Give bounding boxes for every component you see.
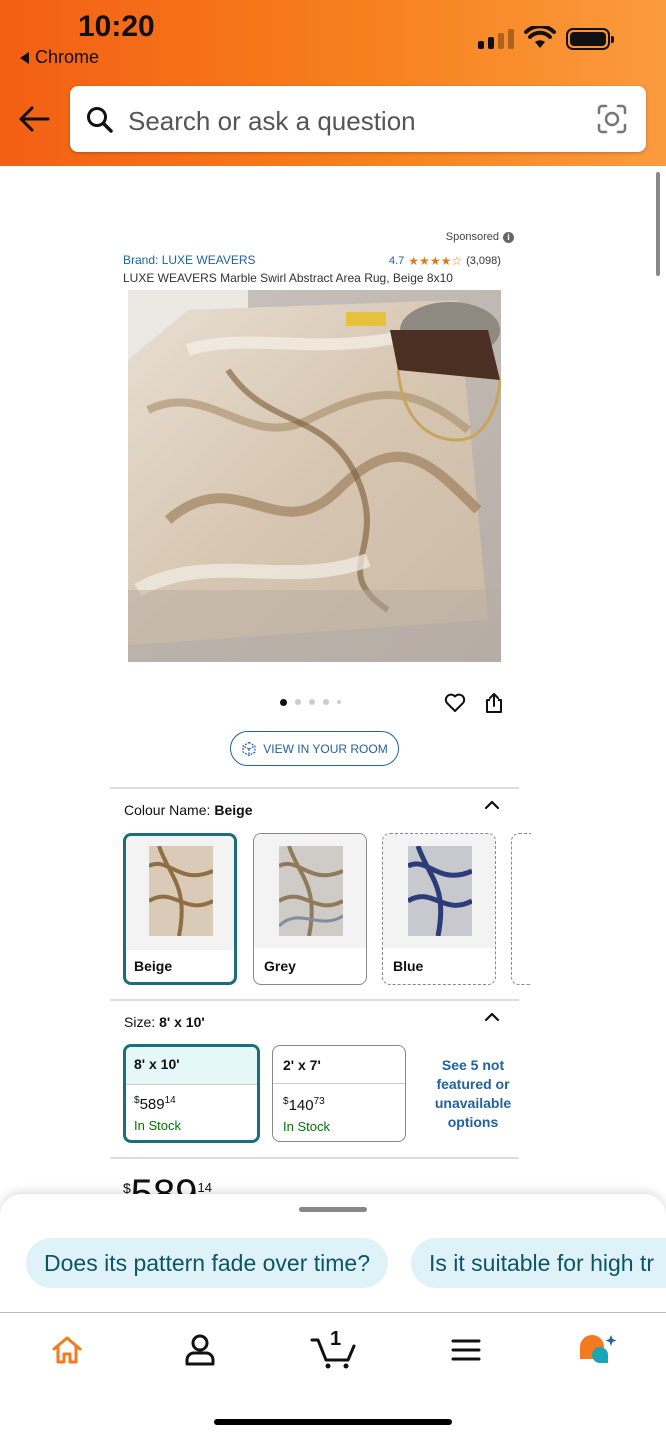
colour-option-more[interactable] (511, 833, 531, 985)
sponsored-text: Sponsored (445, 231, 499, 243)
stock-status: In Stock (283, 1119, 330, 1134)
colour-option-blue[interactable]: Blue (382, 833, 496, 985)
camera-scan-icon[interactable] (596, 103, 628, 135)
colour-option-beige[interactable]: Beige (123, 833, 237, 985)
battery-icon (566, 28, 614, 50)
section-divider (110, 1157, 519, 1159)
wifi-icon (524, 26, 556, 48)
brand-link[interactable]: Brand: LUXE WEAVERS (123, 253, 256, 267)
suggestion-chip[interactable]: Does its pattern fade over time? (26, 1238, 388, 1288)
ar-cube-icon (242, 741, 256, 756)
colour-option-grey[interactable]: Grey (253, 833, 367, 985)
rufus-assistant-icon[interactable] (578, 1333, 620, 1369)
sponsored-label[interactable]: Sponsored i (446, 231, 514, 243)
rug-photo-graphic (128, 290, 501, 662)
swatch-label: Beige (134, 958, 173, 974)
page-scrollbar[interactable] (656, 172, 660, 276)
product-title: LUXE WEAVERS Marble Swirl Abstract Area … (123, 271, 453, 285)
home-indicator (214, 1419, 452, 1425)
star-rating-icon: ★★★★☆ (408, 254, 463, 268)
search-placeholder: Search or ask a question (128, 106, 416, 136)
size-option-label: 2' x 7' (283, 1057, 321, 1073)
back-triangle-icon (20, 51, 29, 64)
image-pager[interactable] (280, 699, 341, 706)
size-option-price: $58914 (134, 1095, 176, 1113)
size-option-2x7[interactable]: 2' x 7' $14073 In Stock (272, 1045, 406, 1142)
sheet-drag-handle[interactable] (299, 1207, 367, 1212)
swatch-image (279, 846, 343, 936)
heart-icon[interactable] (444, 693, 466, 713)
chevron-up-icon[interactable] (484, 1011, 500, 1023)
account-icon[interactable] (184, 1333, 216, 1367)
back-arrow-icon[interactable] (18, 104, 50, 134)
rating-value: 4.7 (389, 255, 405, 267)
swatch-image (408, 846, 472, 936)
size-option-price: $14073 (283, 1096, 325, 1114)
size-selected-value: 8' x 10' (159, 1014, 205, 1030)
section-divider (110, 787, 519, 789)
more-options-link[interactable]: See 5 not featured or unavailable option… (426, 1056, 520, 1132)
product-image[interactable] (128, 290, 501, 662)
share-icon[interactable] (484, 692, 504, 714)
suggestion-chip[interactable]: Is it suitable for high tr (411, 1238, 666, 1288)
size-label: Size: 8' x 10' (124, 1014, 205, 1030)
size-label-text: Size: (124, 1014, 156, 1030)
colour-label-text: Colour Name: (124, 802, 211, 818)
home-icon[interactable] (51, 1335, 83, 1365)
cellular-signal-icon (478, 29, 514, 49)
info-icon: i (503, 231, 514, 243)
swatch-image (149, 846, 213, 936)
colour-selected-value: Beige (214, 802, 253, 818)
search-icon (87, 107, 113, 133)
stock-status: In Stock (134, 1118, 181, 1133)
chevron-up-icon[interactable] (484, 799, 500, 811)
back-app-label: Chrome (35, 47, 100, 67)
size-option-label: 8' x 10' (134, 1056, 180, 1072)
size-option-8x10[interactable]: 8' x 10' $58914 In Stock (123, 1044, 260, 1143)
view-in-room-label: VIEW IN YOUR ROOM (263, 741, 388, 756)
menu-icon[interactable] (450, 1337, 482, 1363)
search-bar[interactable]: Search or ask a question (70, 86, 646, 152)
rating-link[interactable]: 4.7 ★★★★☆ (3,098) (389, 254, 501, 268)
cart-count-badge: 1 (330, 1328, 342, 1350)
view-in-room-button[interactable]: VIEW IN YOUR ROOM (230, 731, 399, 766)
back-to-app-link[interactable]: Chrome (20, 47, 99, 68)
rating-count: (3,098) (466, 255, 501, 267)
colour-label: Colour Name: Beige (124, 802, 253, 818)
status-time: 10:20 (78, 10, 155, 43)
section-divider (110, 999, 519, 1001)
swatch-label: Grey (264, 958, 296, 974)
swatch-label: Blue (393, 958, 424, 974)
